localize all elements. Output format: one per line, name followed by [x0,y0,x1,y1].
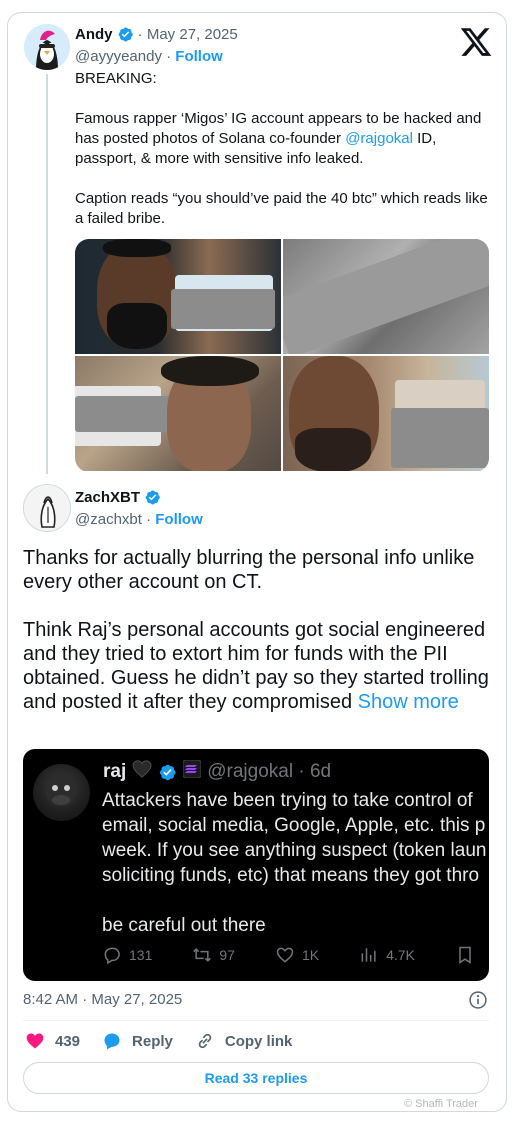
solana-badge-icon [182,759,202,784]
like-button[interactable]: 439 [25,1031,80,1051]
main-paragraph-1: Thanks for actually blurring the persona… [23,547,475,593]
embed-gap [102,888,489,913]
post-date[interactable]: May 27, 2025 [147,26,238,43]
x-logo-icon[interactable] [459,25,493,59]
embed-reply: 131 [102,945,152,965]
verified-badge-icon [145,490,160,505]
embed-view-count: 4.7K [386,947,415,963]
post-timestamp[interactable]: 8:42 AM · May 27, 2025 [23,991,182,1008]
avatar[interactable] [23,484,71,532]
embed-retweet: 97 [192,945,235,965]
embed-like: 1K [275,945,319,965]
embed-bookmark [455,945,482,965]
embed-handle: @rajgokal [207,761,294,782]
embed-text: Attackers have been trying to take contr… [102,788,489,938]
embed-avatar [33,764,90,821]
embed-like-count: 1K [301,947,320,963]
action-bar: 439 Reply Copy link [25,1031,314,1051]
author-name[interactable]: Andy [75,26,113,43]
heart-icon [26,1033,44,1049]
embed-age: 6d [309,761,332,782]
thread-line [46,74,48,474]
embed-line: week. If you see anything suspect (token… [102,840,487,861]
photo-2[interactable] [283,239,489,354]
embed-retweet-count: 97 [219,947,235,963]
quoted-paragraph-1: Famous rapper ‘Migos’ IG account appears… [75,109,495,169]
link-icon [198,1033,212,1049]
retweet-icon [193,948,212,962]
verified-badge-icon [160,764,176,780]
mention-link[interactable]: @rajgokal [345,130,413,147]
quoted-text: BREAKING: Famous rapper ‘Migos’ IG accou… [75,69,495,249]
reply-bubble-icon [104,1033,120,1050]
embed-line: be careful out there [102,915,266,936]
copy-link-button[interactable]: Copy link [195,1031,293,1051]
embed-line: soliciting funds, etc) that means they g… [102,865,480,886]
embed-header: raj @rajgokal · 6d [103,759,332,784]
author-name[interactable]: ZachXBT [75,489,140,506]
watermark: © Shaffi Trader [404,1098,478,1110]
divider [23,1020,489,1021]
author-handle[interactable]: @zachxbt [75,511,142,528]
embed-line: Attackers have been trying to take contr… [102,790,473,811]
heart-outline-icon [276,947,294,963]
reply-label: Reply [132,1032,173,1050]
follow-button[interactable]: Follow [155,511,203,528]
embed-reply-count: 131 [129,947,153,963]
verified-badge-icon [118,27,133,42]
bookmark-icon [459,946,471,964]
photo-4[interactable] [283,356,489,471]
photo-grid [75,239,489,472]
embed-author-name: raj [103,761,127,782]
breaking-label: BREAKING: [75,70,157,87]
reply-icon [104,947,120,965]
quoted-author-row: Andy · May 27, 2025 [75,26,238,43]
photo-3[interactable] [75,356,281,471]
read-replies-label: Read 33 replies [204,1070,308,1086]
follow-button[interactable]: Follow [175,48,223,65]
read-replies-button[interactable]: Read 33 replies [23,1062,489,1094]
views-icon [361,948,376,962]
separator-dot: · [293,761,310,782]
author-handle[interactable]: @ayyyeandy [75,48,162,65]
breaking-line: BREAKING: [75,69,495,89]
embed-views: 4.7K [359,945,415,965]
avatar[interactable] [24,24,70,70]
photo-1[interactable] [75,239,281,354]
quoted-handle-row: @ayyyeandy · Follow [75,48,223,65]
main-paragraph-2: Think Raj’s personal accounts got social… [23,618,493,714]
copy-link-label: Copy link [224,1032,293,1050]
embed-actions: 131 97 1K 4.7K [102,945,489,965]
like-count: 439 [55,1032,81,1050]
quoted-paragraph-2: Caption reads “you should’ve paid the 40… [75,190,488,227]
reply-button[interactable]: Reply [102,1031,173,1051]
show-more-link[interactable]: Show more [358,691,459,713]
embed-line: email, social media, Google, Apple, etc.… [102,815,486,836]
separator-dot: · [146,511,156,528]
info-icon[interactable] [468,990,488,1010]
main-text: Thanks for actually blurring the persona… [23,546,493,738]
main-handle-row: @zachxbt · Follow [75,511,203,528]
black-heart-icon [132,760,152,784]
separator-dot: · [133,26,147,43]
separator-dot: · [166,48,176,65]
embedded-screenshot[interactable]: raj @rajgokal · 6d Attackers have been t… [23,749,489,981]
main-author-row: ZachXBT [75,489,161,506]
